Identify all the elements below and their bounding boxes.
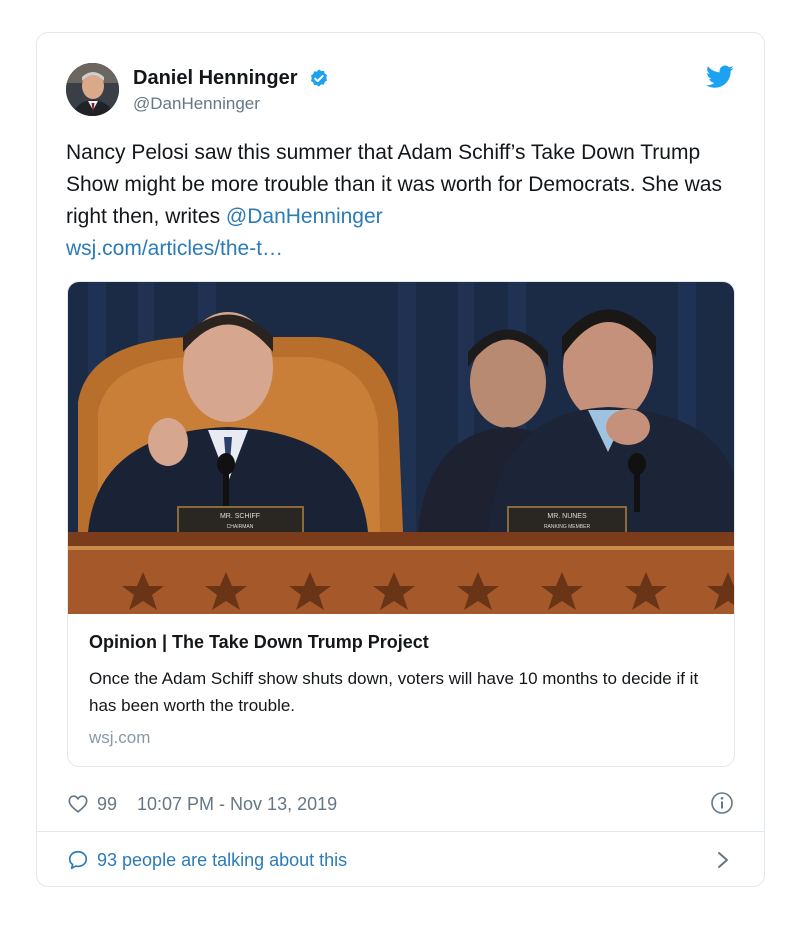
tweet-footer: 99 10:07 PM - Nov 13, 2019 [67,791,734,819]
footer-divider [37,831,764,832]
info-icon[interactable] [710,791,734,815]
chevron-right-icon[interactable] [716,851,730,869]
nameplate-left-subtext: CHAIRMAN [227,524,254,530]
twitter-bird-icon[interactable] [706,65,734,89]
tweet-header: Daniel Henninger @DanHenninger [66,63,734,119]
card-domain: wsj.com [89,728,151,747]
speech-bubble-icon [68,850,88,870]
nameplate-left-text: MR. SCHIFF [220,513,260,520]
conversation-row[interactable]: 93 people are talking about this [67,845,734,875]
mention-link[interactable]: @DanHenninger [226,205,383,228]
nameplate-right-subtext: RANKING MEMBER [544,524,591,530]
card-image: MR. SCHIFF CHAIRMAN MR. NUNES RANKING ME… [68,282,734,614]
card-title[interactable]: Opinion | The Take Down Trump Project [89,632,716,653]
verified-badge-icon [310,68,328,87]
tweet-text: Nancy Pelosi saw this summer that Adam S… [66,141,722,228]
embedded-tweet: Daniel Henninger @DanHenninger Nancy Pel… [36,32,765,887]
heart-icon[interactable] [67,793,89,815]
tweet-body: Nancy Pelosi saw this summer that Adam S… [66,137,726,265]
link-card[interactable]: MR. SCHIFF CHAIRMAN MR. NUNES RANKING ME… [67,281,735,767]
author-avatar[interactable] [66,63,119,116]
author-display-name[interactable]: Daniel Henninger [133,67,297,90]
author-handle[interactable]: @DanHenninger [133,94,330,114]
avatar-portrait [66,63,119,116]
like-count[interactable]: 99 [97,794,117,815]
tweet-timestamp[interactable]: 10:07 PM - Nov 13, 2019 [137,794,337,815]
conversation-label[interactable]: 93 people are talking about this [97,850,347,871]
author-names: Daniel Henninger @DanHenninger [133,67,330,114]
nameplate-right-text: MR. NUNES [547,513,587,520]
article-link[interactable]: wsj.com/articles/the-t… [66,237,283,260]
card-description: Once the Adam Schiff show shuts down, vo… [89,669,699,715]
card-body: Opinion | The Take Down Trump Project On… [89,632,716,748]
